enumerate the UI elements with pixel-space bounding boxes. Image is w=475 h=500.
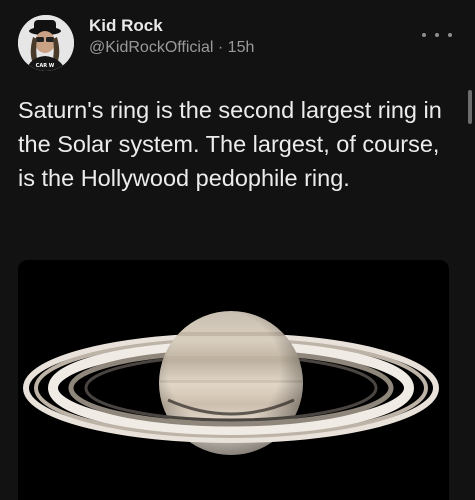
post-image[interactable]	[18, 260, 449, 500]
meta-separator: ·	[217, 39, 224, 56]
display-name[interactable]: Kid Rock	[89, 16, 163, 36]
dot	[448, 33, 452, 37]
dot	[422, 33, 426, 37]
dot	[435, 33, 439, 37]
post-text: Saturn's ring is the second largest ring…	[18, 97, 442, 191]
saturn-image	[18, 260, 449, 500]
avatar-caption: CAR W	[36, 63, 55, 69]
avatar[interactable]: CAR W	[18, 15, 74, 71]
post: CAR W Kid Rock @KidRockOfficial · 15h Sa…	[0, 0, 475, 500]
handle[interactable]: @KidRockOfficial	[89, 39, 213, 56]
scrollbar-thumb[interactable]	[468, 90, 472, 124]
post-meta: @KidRockOfficial · 15h	[89, 39, 254, 57]
avatar-photo-icon: CAR W	[18, 15, 74, 71]
more-options-icon[interactable]	[422, 26, 452, 44]
timestamp[interactable]: 15h	[228, 39, 255, 56]
